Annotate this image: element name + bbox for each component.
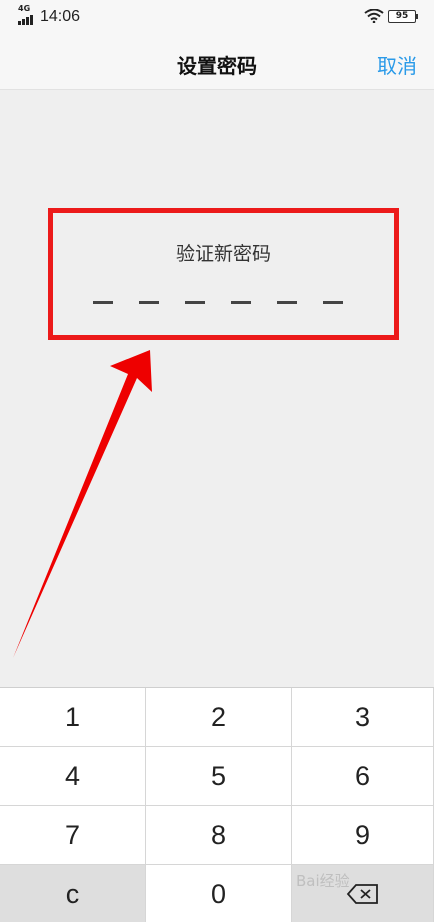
signal-icon: [18, 15, 33, 25]
password-panel: 验证新密码: [48, 208, 399, 340]
password-digit-slots[interactable]: [93, 301, 353, 305]
password-digit-slot: [277, 301, 297, 304]
status-bar: 4G 14:06 95: [0, 0, 434, 34]
password-digit-slot: [93, 301, 113, 304]
digit-key-3[interactable]: 3: [292, 688, 434, 747]
password-prompt: 验证新密码: [175, 243, 271, 265]
digit-key-4[interactable]: 4: [0, 747, 146, 806]
password-digit-slot: [139, 301, 159, 304]
digit-key-2[interactable]: 2: [146, 688, 292, 747]
digit-key-7[interactable]: 7: [0, 806, 146, 865]
nav-bar: 设置密码 取消: [0, 34, 434, 90]
status-time: 14:06: [40, 8, 81, 25]
battery-tip: [416, 14, 418, 19]
password-digit-slot: [185, 301, 205, 304]
cancel-button[interactable]: 取消: [377, 50, 417, 79]
clear-key[interactable]: c: [0, 865, 146, 922]
digit-key-5[interactable]: 5: [146, 747, 292, 806]
page-title: 设置密码: [177, 54, 257, 78]
backspace-icon: [346, 884, 378, 904]
digit-key-8[interactable]: 8: [146, 806, 292, 865]
numeric-keypad: 123 456 789 c0: [0, 687, 434, 922]
digit-key-0[interactable]: 0: [146, 865, 292, 922]
digit-key-6[interactable]: 6: [292, 747, 434, 806]
backspace-key[interactable]: [292, 865, 434, 922]
digit-key-1[interactable]: 1: [0, 688, 146, 747]
annotation-arrow-icon: [13, 350, 152, 658]
password-digit-slot: [323, 301, 343, 304]
wifi-icon: [364, 9, 384, 23]
battery-icon: 95: [388, 10, 416, 23]
password-digit-slot: [231, 301, 251, 304]
digit-key-9[interactable]: 9: [292, 806, 434, 865]
